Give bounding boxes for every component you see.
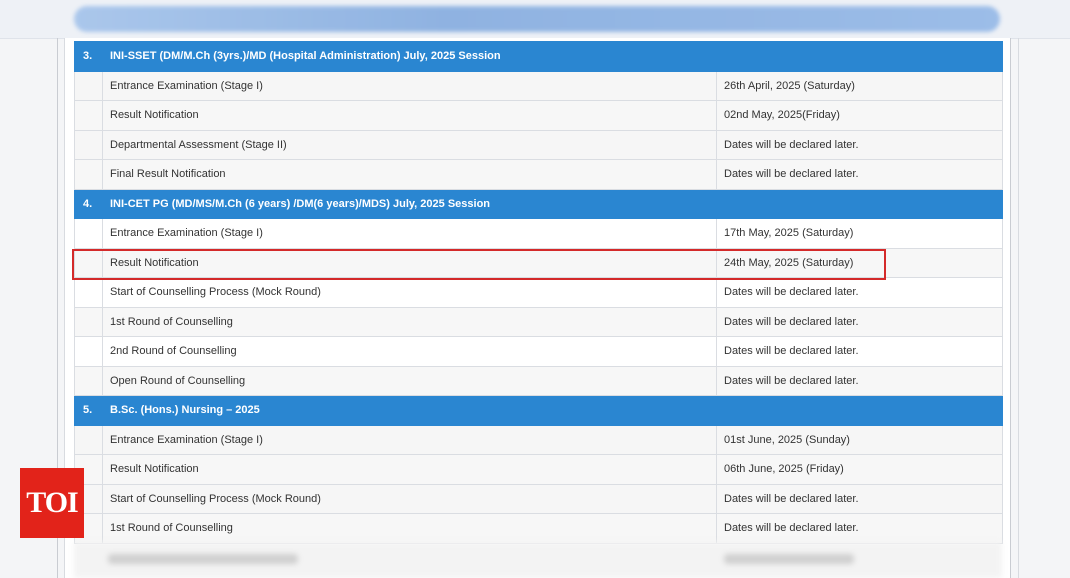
event-cell: Result Notification (102, 454, 717, 485)
table-row: Departmental Assessment (Stage II) Dates… (74, 129, 1003, 160)
date-cell: 02nd May, 2025(Friday) (716, 100, 1003, 131)
result-notification-highlight (72, 249, 886, 280)
event-cell: Result Notification (102, 100, 717, 131)
date-cell: Dates will be declared later. (716, 513, 1003, 544)
section-header-ini-sset: 3. INI-SSET (DM/M.Ch (3yrs.)/MD (Hospita… (74, 41, 1003, 72)
row-number-cell (74, 70, 103, 101)
row-number-cell (74, 218, 103, 249)
event-cell: Start of Counselling Process (Mock Round… (102, 483, 717, 514)
table-row: Entrance Examination (Stage I) 26th Apri… (74, 70, 1003, 101)
row-number-cell (74, 277, 103, 308)
table-row: Result Notification 06th June, 2025 (Fri… (74, 454, 1003, 485)
event-cell: Final Result Notification (102, 159, 717, 190)
row-number-cell (74, 129, 103, 160)
row-number-cell (74, 159, 103, 190)
table-row: Entrance Examination (Stage I) 17th May,… (74, 218, 1003, 249)
date-cell: Dates will be declared later. (716, 129, 1003, 160)
section-number: 4. (74, 188, 103, 219)
date-cell: Dates will be declared later. (716, 336, 1003, 367)
blurred-cutoff-row (74, 542, 1002, 578)
date-cell: Dates will be declared later. (716, 365, 1003, 396)
date-cell: 01st June, 2025 (Sunday) (716, 424, 1003, 455)
section-header-bsc-nursing: 5. B.Sc. (Hons.) Nursing – 2025 (74, 395, 1003, 426)
event-cell: 1st Round of Counselling (102, 513, 717, 544)
exam-schedule-table: 3. INI-SSET (DM/M.Ch (3yrs.)/MD (Hospita… (74, 41, 1003, 544)
toi-logo: TOI (20, 468, 84, 538)
event-cell: Open Round of Counselling (102, 365, 717, 396)
date-cell: Dates will be declared later. (716, 483, 1003, 514)
table-row: Result Notification 02nd May, 2025(Frida… (74, 100, 1003, 131)
table-row: Start of Counselling Process (Mock Round… (74, 483, 1003, 514)
row-number-cell (74, 424, 103, 455)
section-title: INI-SSET (DM/M.Ch (3yrs.)/MD (Hospital A… (102, 41, 1003, 72)
date-cell: 17th May, 2025 (Saturday) (716, 218, 1003, 249)
table-row: Final Result Notification Dates will be … (74, 159, 1003, 190)
table-row: Open Round of Counselling Dates will be … (74, 365, 1003, 396)
section-header-ini-cet-pg: 4. INI-CET PG (MD/MS/M.Ch (6 years) /DM(… (74, 188, 1003, 219)
event-cell: Start of Counselling Process (Mock Round… (102, 277, 717, 308)
blurred-text-placeholder (724, 554, 854, 564)
row-number-cell (74, 100, 103, 131)
section-title: INI-CET PG (MD/MS/M.Ch (6 years) /DM(6 y… (102, 188, 1003, 219)
table-row: Entrance Examination (Stage I) 01st June… (74, 424, 1003, 455)
section-number: 5. (74, 395, 103, 426)
event-cell: Entrance Examination (Stage I) (102, 70, 717, 101)
date-cell: Dates will be declared later. (716, 306, 1003, 337)
row-number-cell (74, 306, 103, 337)
date-cell: Dates will be declared later. (716, 277, 1003, 308)
table-row: 2nd Round of Counselling Dates will be d… (74, 336, 1003, 367)
event-cell: 2nd Round of Counselling (102, 336, 717, 367)
page-border-right-outer (1018, 38, 1019, 578)
event-cell: 1st Round of Counselling (102, 306, 717, 337)
date-cell: 26th April, 2025 (Saturday) (716, 70, 1003, 101)
blurred-header-banner (74, 6, 1000, 32)
date-cell: Dates will be declared later. (716, 159, 1003, 190)
table-row: 1st Round of Counselling Dates will be d… (74, 513, 1003, 544)
table-row: Start of Counselling Process (Mock Round… (74, 277, 1003, 308)
date-cell: 06th June, 2025 (Friday) (716, 454, 1003, 485)
event-cell: Departmental Assessment (Stage II) (102, 129, 717, 160)
event-cell: Entrance Examination (Stage I) (102, 424, 717, 455)
section-number: 3. (74, 41, 103, 72)
table-row: 1st Round of Counselling Dates will be d… (74, 306, 1003, 337)
section-title: B.Sc. (Hons.) Nursing – 2025 (102, 395, 1003, 426)
page-border-right (1010, 38, 1011, 578)
blurred-text-placeholder (108, 554, 298, 564)
blurred-browser-header (0, 0, 1070, 39)
row-number-cell (74, 365, 103, 396)
event-cell: Entrance Examination (Stage I) (102, 218, 717, 249)
row-number-cell (74, 336, 103, 367)
